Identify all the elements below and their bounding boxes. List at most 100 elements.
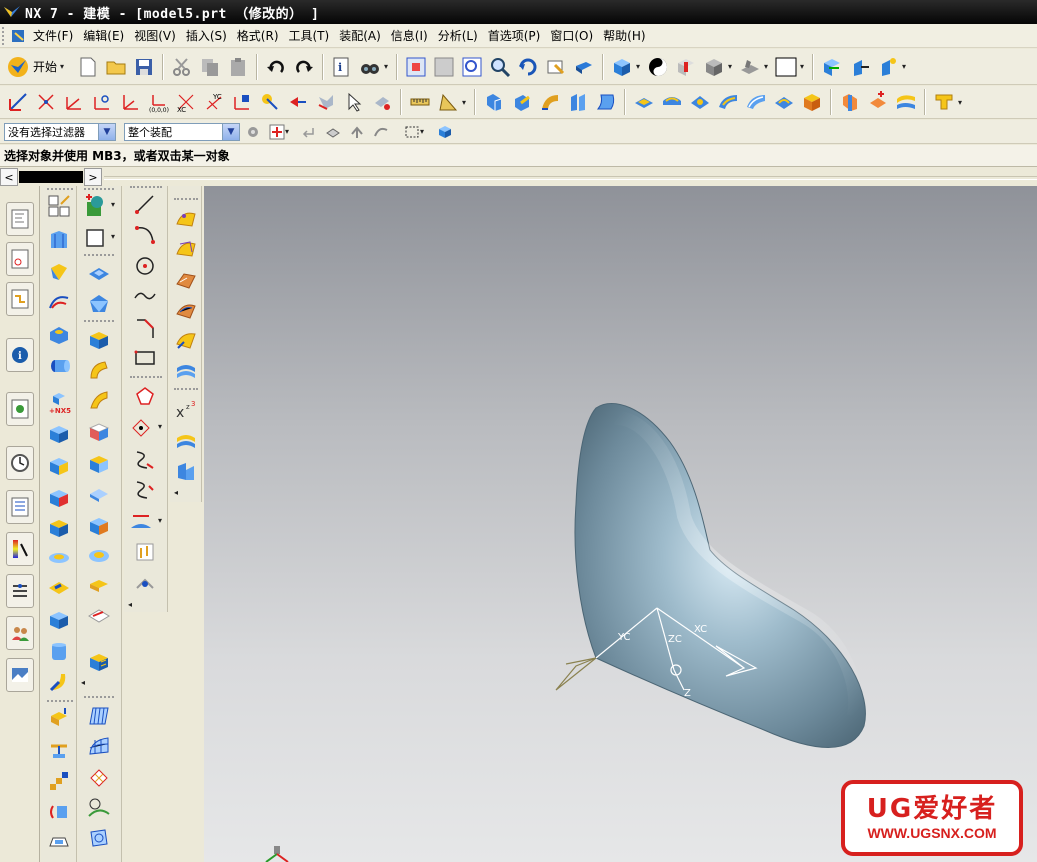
- zoom-button[interactable]: [486, 53, 514, 81]
- menu-help[interactable]: 帮助(H): [603, 27, 655, 44]
- wcs-save-button[interactable]: [340, 88, 368, 116]
- assembly-navigator-tab[interactable]: [6, 202, 34, 236]
- menu-view[interactable]: 视图(V): [134, 27, 186, 44]
- slot-button[interactable]: [44, 574, 74, 602]
- thicken-button[interactable]: [44, 704, 74, 732]
- zoom-area-button[interactable]: [458, 53, 486, 81]
- bridge-button[interactable]: [770, 88, 798, 116]
- fit-view-button[interactable]: [402, 53, 430, 81]
- datum-point-button[interactable]: [32, 88, 60, 116]
- copy-button[interactable]: [196, 53, 224, 81]
- general-select-button[interactable]: [242, 122, 264, 142]
- origin-button[interactable]: (0,0,0): [144, 88, 172, 116]
- layer-button[interactable]: [736, 53, 764, 81]
- information-button[interactable]: i: [328, 53, 356, 81]
- section-view-button[interactable]: [672, 53, 700, 81]
- sphere-button[interactable]: [44, 514, 74, 542]
- shell-button[interactable]: [630, 88, 658, 116]
- yc-button[interactable]: YC: [200, 88, 228, 116]
- split-body-button[interactable]: [44, 768, 74, 796]
- point-button[interactable]: [126, 414, 156, 442]
- through-curve-mesh-button[interactable]: [171, 296, 201, 324]
- zoom-window-button[interactable]: [430, 53, 458, 81]
- undo-button[interactable]: [262, 53, 290, 81]
- section-face-button[interactable]: [84, 418, 114, 446]
- measure-angle-button[interactable]: [434, 88, 462, 116]
- menu-file[interactable]: 文件(F): [33, 27, 83, 44]
- datum-csys-button[interactable]: [116, 88, 144, 116]
- palette-tab[interactable]: [6, 392, 34, 426]
- global-shaping-button[interactable]: [171, 428, 201, 456]
- rectangle-select-button[interactable]: ▾: [400, 122, 432, 142]
- ruled-button[interactable]: [171, 358, 201, 386]
- through-mesh-button[interactable]: [84, 732, 114, 760]
- system-materials-tab[interactable]: [6, 490, 34, 524]
- scope-select[interactable]: 整个装配 ▼: [124, 122, 240, 141]
- scale-body-button[interactable]: [44, 736, 74, 764]
- draft-body-button[interactable]: [84, 602, 114, 630]
- roles-tab[interactable]: [6, 616, 34, 650]
- swept-surface-button[interactable]: [84, 794, 114, 822]
- snap-point-button[interactable]: ▾: [266, 122, 296, 142]
- undo-select-button[interactable]: [298, 122, 320, 142]
- color-button[interactable]: [772, 53, 800, 81]
- through-curves-button[interactable]: [592, 88, 620, 116]
- background-button[interactable]: [644, 53, 672, 81]
- rotate-button[interactable]: [514, 53, 542, 81]
- pattern-face-button[interactable]: [84, 648, 114, 676]
- extract-geometry-button[interactable]: [44, 226, 74, 254]
- cylinder-button[interactable]: [44, 452, 74, 480]
- point-set-button[interactable]: [80, 192, 110, 220]
- extrude-button[interactable]: [480, 88, 508, 116]
- view-orient-button[interactable]: [570, 53, 598, 81]
- four-point-surface-button[interactable]: [171, 266, 201, 294]
- chevron-down-icon[interactable]: ▼: [222, 123, 239, 140]
- chevron-down-icon[interactable]: ▼: [98, 123, 115, 140]
- open-file-button[interactable]: [102, 53, 130, 81]
- swoop-button[interactable]: [171, 326, 201, 354]
- menu-preferences[interactable]: 首选项(P): [488, 27, 551, 44]
- scroll-thumb[interactable]: [19, 171, 83, 183]
- block-button[interactable]: [44, 420, 74, 448]
- nx5-feature-button[interactable]: +NX5: [44, 390, 74, 418]
- reuse-library-tab[interactable]: [6, 574, 34, 608]
- freeform-surface[interactable]: [574, 403, 866, 748]
- offset-region-button[interactable]: [84, 572, 114, 600]
- sketch-plane-button[interactable]: [80, 224, 110, 252]
- measure-distance-button[interactable]: [406, 88, 434, 116]
- start-button[interactable]: 开始 ▾: [4, 55, 74, 79]
- menu-information[interactable]: 信息(I): [391, 27, 438, 44]
- emboss-button[interactable]: [44, 828, 74, 856]
- paste-button[interactable]: [224, 53, 252, 81]
- trim-body-button[interactable]: [836, 88, 864, 116]
- rectangle-button[interactable]: [130, 344, 160, 372]
- n-sided-button[interactable]: [84, 824, 114, 852]
- menubar-grip[interactable]: [2, 26, 8, 45]
- scroll-left-button[interactable]: <: [0, 168, 18, 186]
- menu-format[interactable]: 格式(R): [237, 27, 289, 44]
- toolbar-scrollbar[interactable]: < >: [0, 168, 104, 186]
- pad-button[interactable]: [44, 544, 74, 572]
- cone-button[interactable]: [44, 484, 74, 512]
- offset-button[interactable]: [798, 88, 826, 116]
- face-blend-button[interactable]: [714, 88, 742, 116]
- patch-tool-button[interactable]: [84, 386, 114, 414]
- menu-tools[interactable]: 工具(T): [289, 27, 340, 44]
- patch-button[interactable]: [864, 88, 892, 116]
- datum-plane-button[interactable]: [88, 88, 116, 116]
- resize-blend-button[interactable]: [84, 542, 114, 570]
- orient-button[interactable]: [846, 53, 874, 81]
- window-menu-icon[interactable]: [11, 28, 27, 44]
- render-button[interactable]: [700, 53, 728, 81]
- groove-button[interactable]: [44, 606, 74, 634]
- part-navigator-tab[interactable]: [6, 282, 34, 316]
- cut-button[interactable]: [168, 53, 196, 81]
- helix-button[interactable]: [130, 570, 160, 598]
- bridge-curve-button[interactable]: [130, 476, 160, 504]
- revolve-button[interactable]: [508, 88, 536, 116]
- chamfer-curve-button[interactable]: [130, 314, 160, 342]
- boss-button[interactable]: [44, 352, 74, 380]
- soft-blend-button[interactable]: [742, 88, 770, 116]
- surface-poles-button[interactable]: [171, 234, 201, 262]
- shell-tool-button[interactable]: [84, 326, 114, 354]
